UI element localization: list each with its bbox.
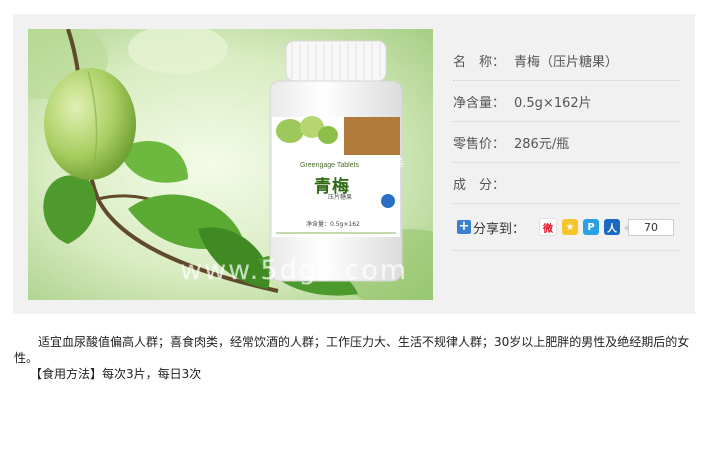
info-value: 青梅（压片糖果） [514,54,619,70]
qzone-icon[interactable]: ★ [562,219,579,235]
share-label[interactable]: 分享到： [473,218,525,237]
share-count[interactable]: 70 [624,218,675,236]
info-label: 名 称： [453,54,506,70]
product-description: 适宜血尿酸值偏高人群；喜食肉类，经常饮酒的人群；工作压力大、生活不规律人群；30… [14,334,710,382]
bottle-cap-text: 国务 [382,156,404,169]
bottle-subtitle: 压片糖果 [328,194,353,201]
info-label: 成 分： [453,177,506,193]
suitable-people-text: 适宜血尿酸值偏高人群；喜食肉类，经常饮酒的人群；工作压力大、生活不规律人群；30… [14,335,690,365]
usage-text: 【食用方法】每次3片，每日3次 [30,367,202,381]
info-label: 零售价： [453,136,506,152]
info-label: 净含量： [453,95,506,111]
info-row-net-content: 净含量： 0.5g×162片 [453,81,679,122]
share-bar: + 分享到： 微 ★ P 人 70 [453,204,679,251]
plus-icon[interactable]: + [457,220,471,234]
renren-icon[interactable]: 人 [604,219,621,235]
info-row-ingredients: 成 分： [453,163,679,204]
bottle-brand: Greengage Tablets [300,162,360,169]
bottle-net-content: 净含量：0.5g×162 [306,221,360,228]
watermark: www.5dgz.com [180,255,409,286]
weibo-icon[interactable]: 微 [539,218,558,236]
info-row-name: 名 称： 青梅（压片糖果） [453,40,679,81]
info-value: 0.5g×162片 [514,95,592,111]
info-value: 286元/瓶 [514,136,570,152]
product-info-list: 名 称： 青梅（压片糖果） 净含量： 0.5g×162片 零售价： 286元/瓶… [453,40,679,251]
info-row-price: 零售价： 286元/瓶 [453,122,679,163]
tencent-weibo-icon[interactable]: P [583,219,600,235]
product-image: 国务 Greengage Tablets 青梅 压片糖果 净含量：0.5g×16… [28,29,433,300]
